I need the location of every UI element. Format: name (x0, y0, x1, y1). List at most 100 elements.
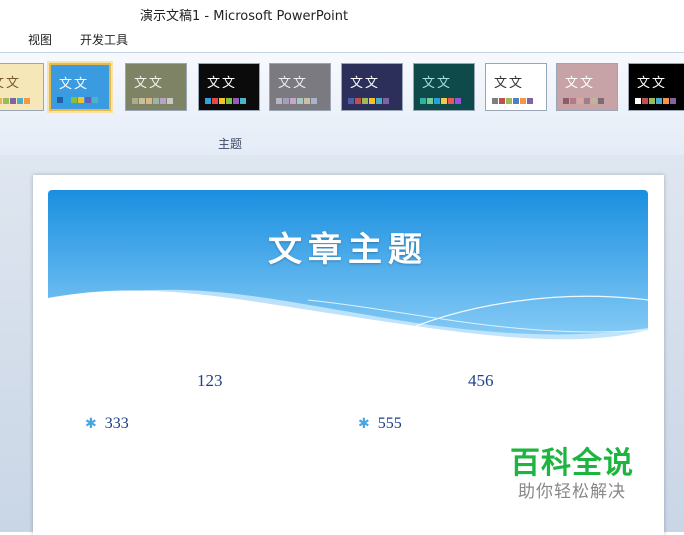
color-swatch (420, 98, 426, 104)
color-swatch (226, 98, 232, 104)
left-bullet-item[interactable]: ✱ 333 (85, 415, 129, 433)
theme-sample-text: 文文 (278, 76, 309, 91)
color-swatch (240, 98, 246, 104)
color-swatch (362, 98, 368, 104)
title-bar: 演示文稿1 - Microsoft PowerPoint (0, 0, 684, 26)
color-swatch (499, 98, 505, 104)
color-swatch (642, 98, 648, 104)
theme-color-swatches (492, 98, 534, 104)
color-swatch (64, 97, 70, 103)
theme-sample-text: 文文 (565, 76, 596, 91)
theme-color-swatches (635, 98, 677, 104)
theme-color-swatches (0, 98, 31, 104)
color-swatch (455, 98, 461, 104)
color-swatch (598, 98, 604, 104)
ribbon: 文文 文文 文文 文文 文文 文文 文文 文文 文文 文文 主题 (0, 52, 684, 156)
color-swatch (584, 98, 590, 104)
theme-sample-text: 文文 (0, 76, 22, 91)
color-swatch (520, 98, 526, 104)
color-swatch (139, 98, 145, 104)
color-swatch (219, 98, 225, 104)
color-swatch (85, 97, 91, 103)
color-swatch (383, 98, 389, 104)
slide-title-banner: 文章主题 (48, 190, 648, 350)
color-swatch (577, 98, 583, 104)
color-swatch (10, 98, 16, 104)
theme-thumbnail[interactable]: 文文 (556, 63, 618, 111)
theme-color-swatches (276, 98, 318, 104)
theme-color-swatches (420, 98, 462, 104)
theme-color-swatches (132, 98, 174, 104)
color-swatch (283, 98, 289, 104)
color-swatch (591, 98, 597, 104)
color-swatch (427, 98, 433, 104)
ribbon-tabs: 视图 开发工具 (0, 26, 684, 52)
theme-thumbnail[interactable]: 文文 (413, 63, 475, 111)
theme-sample-text: 文文 (59, 77, 90, 92)
theme-thumbnail[interactable]: 文文 (485, 63, 547, 111)
left-bullet-text: 333 (104, 415, 129, 432)
right-bullet-item[interactable]: ✱ 555 (358, 415, 402, 433)
bullet-star-icon: ✱ (358, 417, 370, 432)
theme-thumbnail[interactable]: 文文 (341, 63, 403, 111)
themes-group-label: 主题 (217, 137, 242, 151)
color-swatch (563, 98, 569, 104)
color-swatch (0, 98, 2, 104)
color-swatch (153, 98, 159, 104)
color-swatch (3, 98, 9, 104)
color-swatch (448, 98, 454, 104)
theme-thumbnail[interactable]: 文文 (628, 63, 684, 111)
color-swatch (635, 98, 641, 104)
theme-color-swatches (205, 98, 247, 104)
tab-view[interactable]: 视图 (28, 31, 52, 48)
theme-sample-text: 文文 (494, 76, 525, 91)
color-swatch (212, 98, 218, 104)
color-swatch (205, 98, 211, 104)
color-swatch (492, 98, 498, 104)
theme-color-swatches (348, 98, 390, 104)
color-swatch (57, 97, 63, 103)
theme-thumbnail[interactable]: 文文 (49, 63, 111, 111)
color-swatch (570, 98, 576, 104)
color-swatch (663, 98, 669, 104)
color-swatch (160, 98, 166, 104)
color-swatch (434, 98, 440, 104)
right-bullet-text: 555 (377, 415, 402, 432)
color-swatch (304, 98, 310, 104)
theme-sample-text: 文文 (134, 76, 165, 91)
theme-thumbnail[interactable]: 文文 (0, 63, 44, 111)
color-swatch (311, 98, 317, 104)
color-swatch (17, 98, 23, 104)
bullet-star-icon: ✱ (85, 417, 97, 432)
theme-thumbnail[interactable]: 文文 (269, 63, 331, 111)
color-swatch (71, 97, 77, 103)
theme-color-swatches (57, 97, 99, 103)
color-swatch (348, 98, 354, 104)
tab-developer[interactable]: 开发工具 (80, 31, 128, 48)
color-swatch (506, 98, 512, 104)
color-swatch (527, 98, 533, 104)
theme-thumbnail[interactable]: 文文 (125, 63, 187, 111)
theme-thumbnail[interactable]: 文文 (198, 63, 260, 111)
theme-sample-text: 文文 (422, 76, 453, 91)
color-swatch (290, 98, 296, 104)
color-swatch (92, 97, 98, 103)
left-column-heading[interactable]: 123 (197, 371, 223, 391)
window-title: 演示文稿1 - Microsoft PowerPoint (140, 9, 349, 24)
color-swatch (132, 98, 138, 104)
color-swatch (369, 98, 375, 104)
color-swatch (513, 98, 519, 104)
color-swatch (78, 97, 84, 103)
color-swatch (233, 98, 239, 104)
color-swatch (297, 98, 303, 104)
theme-sample-text: 文文 (637, 76, 668, 91)
theme-sample-text: 文文 (350, 76, 381, 91)
color-swatch (24, 98, 30, 104)
themes-gallery: 文文 文文 文文 文文 文文 文文 文文 文文 文文 文文 (0, 63, 684, 117)
slide-title[interactable]: 文章主题 (48, 222, 648, 271)
color-swatch (670, 98, 676, 104)
theme-color-swatches (563, 98, 605, 104)
right-column-heading[interactable]: 456 (468, 371, 494, 391)
color-swatch (167, 98, 173, 104)
color-swatch (649, 98, 655, 104)
